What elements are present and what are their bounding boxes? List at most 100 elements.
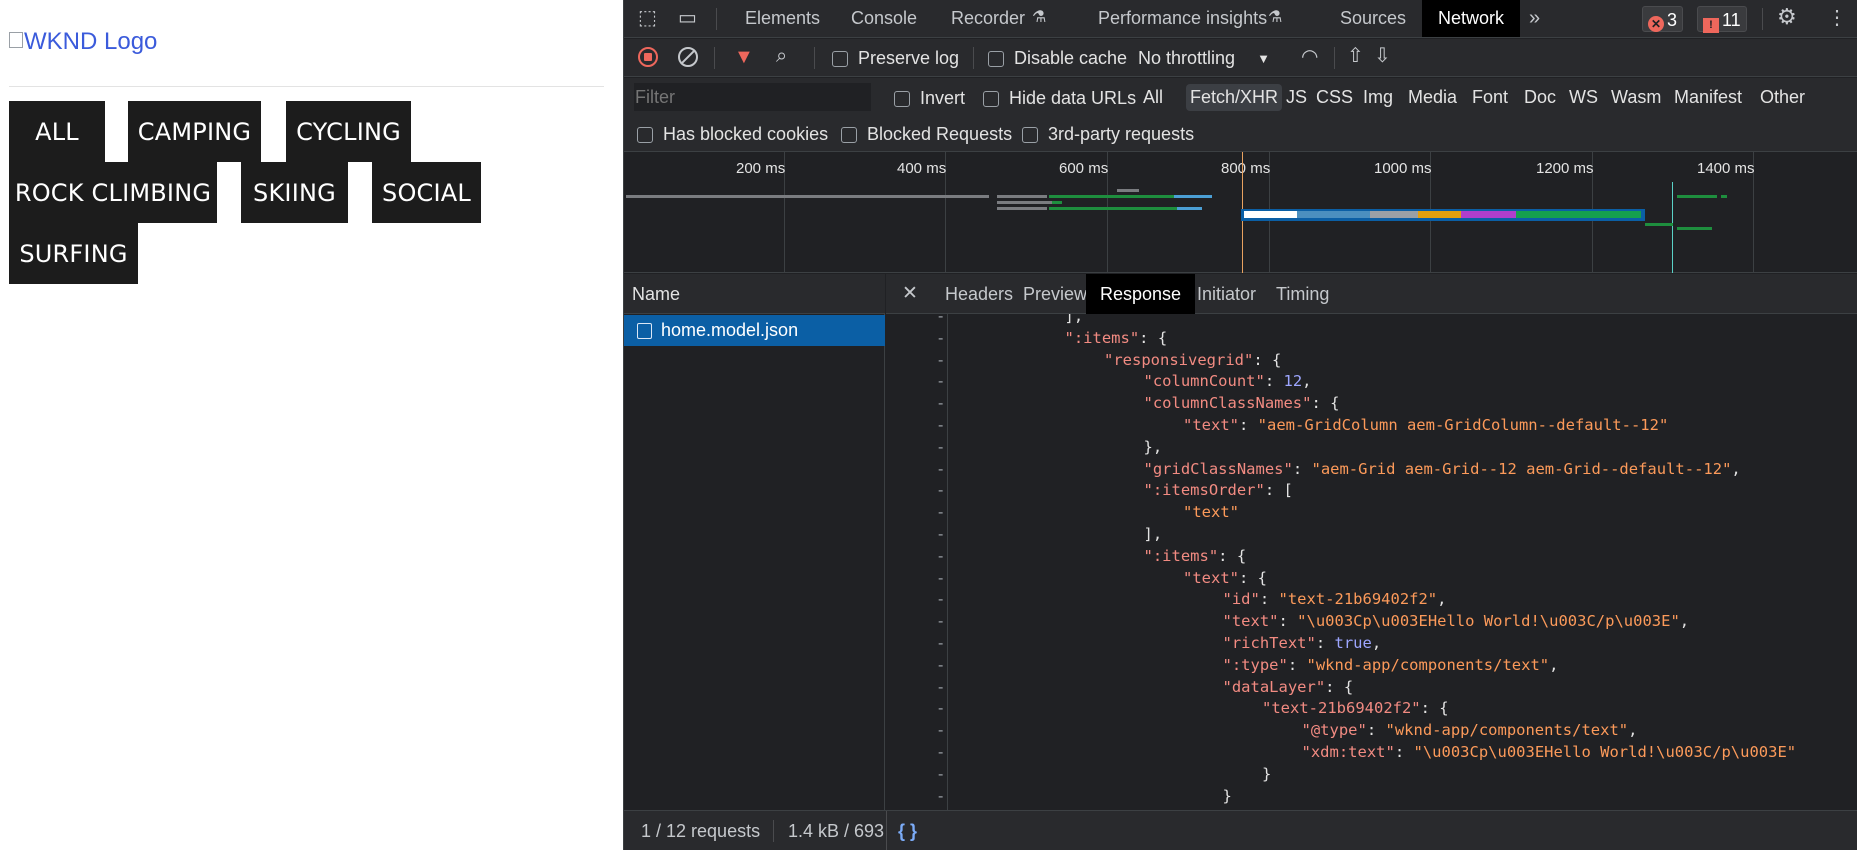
collapse-marker[interactable]: -: [936, 546, 945, 568]
tag-rock-climbing[interactable]: ROCK CLIMBING: [9, 162, 217, 223]
tab-performance-insights[interactable]: Performance insights: [1098, 0, 1267, 37]
disable-cache-checkbox[interactable]: Disable cache: [988, 48, 1127, 69]
close-detail-icon[interactable]: ✕: [902, 284, 918, 304]
filter-type-doc[interactable]: Doc: [1524, 84, 1556, 111]
filter-type-manifest[interactable]: Manifest: [1674, 84, 1742, 111]
collapse-marker[interactable]: -: [936, 415, 945, 437]
collapse-marker[interactable]: -: [936, 786, 945, 808]
has-blocked-cookies-checkbox[interactable]: Has blocked cookies: [637, 124, 828, 145]
collapse-marker[interactable]: -: [936, 459, 945, 481]
collapse-marker[interactable]: -: [936, 764, 945, 786]
filter-type-other[interactable]: Other: [1760, 84, 1805, 111]
settings-gear-icon[interactable]: ⚙: [1777, 6, 1797, 28]
collapse-marker[interactable]: -: [936, 393, 945, 415]
wknd-logo-link[interactable]: WKND Logo: [9, 28, 157, 56]
timeline-overview[interactable]: 200 ms 400 ms 600 ms 800 ms 1000 ms 1200…: [624, 152, 1857, 273]
search-icon[interactable]: ⌕: [776, 46, 787, 66]
tag-camping[interactable]: CAMPING: [128, 101, 261, 162]
collapse-marker[interactable]: -: [936, 720, 945, 742]
bar-segment: [1370, 211, 1418, 218]
record-stop-icon[interactable]: [638, 47, 658, 67]
preserve-log-checkbox[interactable]: Preserve log: [832, 48, 959, 69]
hide-data-urls-checkbox[interactable]: Hide data URLs: [983, 88, 1136, 109]
json-value: 12: [1283, 372, 1303, 391]
devtools-tab-bar: ⬚ ▭ Elements Console Recorder ⚗ Performa…: [624, 0, 1857, 38]
throttling-select[interactable]: No throttling ▼: [1138, 48, 1270, 69]
blocked-requests-checkbox[interactable]: Blocked Requests: [841, 124, 1012, 145]
tag-cycling[interactable]: CYCLING: [286, 101, 411, 162]
collapse-marker[interactable]: -: [936, 524, 945, 546]
json-key: "responsivegrid": [1104, 350, 1254, 369]
filter-type-wasm[interactable]: Wasm: [1611, 84, 1661, 111]
tab-preview[interactable]: Preview: [1023, 274, 1087, 314]
tab-recorder[interactable]: Recorder: [951, 0, 1025, 37]
collapse-marker[interactable]: -: [936, 633, 945, 655]
filter-type-all[interactable]: All: [1143, 84, 1163, 111]
filter-type-css[interactable]: CSS: [1316, 84, 1353, 111]
collapse-marker[interactable]: -: [936, 502, 945, 524]
name-column-header[interactable]: Name: [624, 274, 885, 314]
collapse-marker[interactable]: -: [936, 437, 945, 459]
filter-type-font[interactable]: Font: [1472, 84, 1508, 111]
json-key: "text-21b69402f2": [1262, 699, 1421, 718]
filter-type-js[interactable]: JS: [1286, 84, 1307, 111]
network-conditions-wifi-icon[interactable]: ◠: [1301, 47, 1318, 67]
filter-type-fetch-xhr[interactable]: Fetch/XHR: [1186, 84, 1283, 111]
checkbox-box: [983, 90, 999, 107]
dropdown-arrow-icon: ▼: [1257, 51, 1270, 66]
selected-request-bar[interactable]: [1241, 209, 1645, 221]
response-body-viewer[interactable]: -], - ":items": {- "responsivegrid": {- "col…: [886, 314, 1857, 810]
export-har-download-icon[interactable]: ⇩: [1374, 46, 1391, 66]
more-tabs-chevron-icon[interactable]: »: [1529, 8, 1540, 28]
collapse-marker[interactable]: -: [936, 677, 945, 699]
tag-skiing[interactable]: SKIING: [241, 162, 348, 223]
waterfall-bar: [997, 201, 1052, 204]
filter-type-img[interactable]: Img: [1363, 84, 1393, 111]
waterfall-bar: [1677, 227, 1712, 230]
filter-type-ws[interactable]: WS: [1569, 84, 1598, 111]
collapse-marker[interactable]: -: [936, 611, 945, 633]
more-options-icon[interactable]: ⋮: [1827, 8, 1847, 28]
tab-headers[interactable]: Headers: [945, 274, 1013, 314]
request-count: 1 / 12 requests: [641, 821, 761, 841]
filter-bar-secondary: Has blocked cookies Blocked Requests 3rd…: [624, 116, 1857, 152]
issues-badge[interactable]: ! 11: [1697, 6, 1747, 33]
pretty-print-button[interactable]: { }: [898, 811, 917, 850]
tab-sources[interactable]: Sources: [1340, 0, 1406, 37]
request-row-home-model-json[interactable]: home.model.json: [624, 315, 885, 346]
import-har-upload-icon[interactable]: ⇧: [1347, 46, 1364, 66]
json-punctuation: :: [1366, 721, 1386, 740]
tab-network[interactable]: Network: [1422, 0, 1521, 37]
collapse-marker[interactable]: -: [936, 480, 945, 502]
collapse-marker[interactable]: -: [936, 328, 945, 350]
json-line: - ":type": "wknd-app/components/text",: [886, 655, 1857, 677]
collapse-marker[interactable]: -: [936, 314, 945, 328]
tag-all[interactable]: ALL: [9, 101, 105, 162]
collapse-marker[interactable]: -: [936, 589, 945, 611]
third-party-requests-checkbox[interactable]: 3rd-party requests: [1022, 124, 1194, 145]
invert-checkbox[interactable]: Invert: [894, 88, 965, 109]
tag-social[interactable]: SOCIAL: [372, 162, 481, 223]
device-toolbar-icon[interactable]: ▭: [678, 8, 697, 28]
collapse-marker[interactable]: -: [936, 568, 945, 590]
errors-badge[interactable]: ✕ 3: [1642, 6, 1684, 32]
tab-response[interactable]: Response: [1086, 274, 1196, 314]
collapse-marker[interactable]: -: [936, 371, 945, 393]
inspect-element-icon[interactable]: ⬚: [638, 8, 657, 28]
collapse-marker[interactable]: -: [936, 742, 945, 764]
json-line: - "text": [886, 502, 1857, 524]
detail-tab-bar: ✕ Headers Preview Response Initiator Tim…: [886, 274, 1857, 314]
filter-type-media[interactable]: Media: [1408, 84, 1457, 111]
filter-funnel-icon[interactable]: ▼: [734, 47, 754, 67]
collapse-marker[interactable]: -: [936, 698, 945, 720]
collapse-marker[interactable]: -: [936, 350, 945, 372]
clear-icon[interactable]: [678, 47, 698, 67]
waterfall-bar: [1117, 189, 1139, 192]
tab-initiator[interactable]: Initiator: [1197, 274, 1256, 314]
tag-surfing[interactable]: SURFING: [9, 223, 138, 284]
tab-timing[interactable]: Timing: [1276, 274, 1329, 314]
collapse-marker[interactable]: -: [936, 655, 945, 677]
filter-input[interactable]: [634, 83, 871, 111]
tab-elements[interactable]: Elements: [745, 0, 820, 37]
tab-console[interactable]: Console: [851, 0, 917, 37]
